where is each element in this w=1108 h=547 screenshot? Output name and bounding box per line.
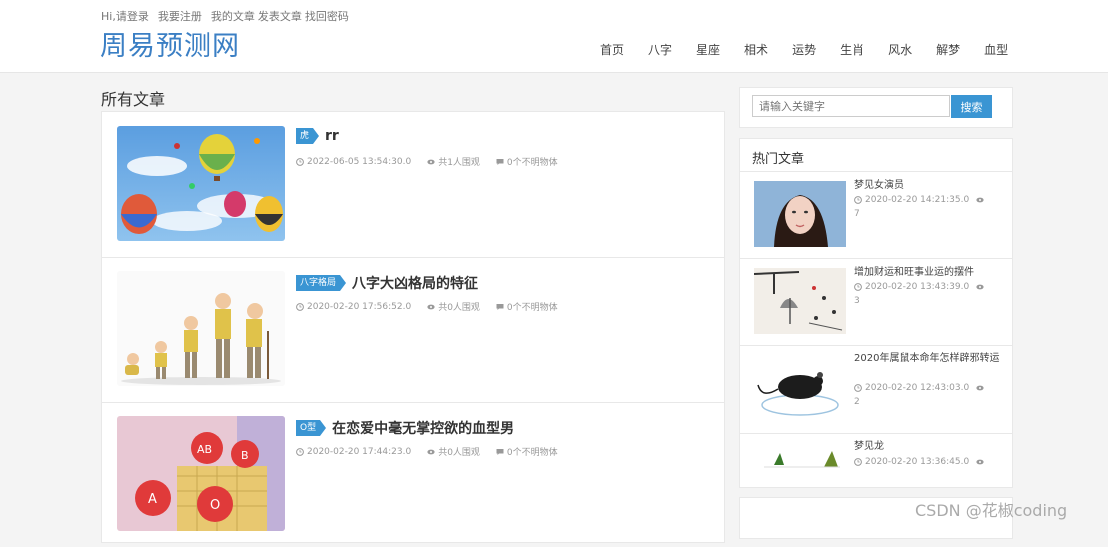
- eye-icon: [427, 159, 435, 164]
- site-logo[interactable]: 周易预测网: [100, 24, 240, 63]
- svg-text:B: B: [241, 449, 249, 462]
- svg-text:A: A: [148, 492, 157, 507]
- hot-article-item[interactable]: 增加财运和旺事业运的摆件 2020-02-20 13:43:39.0 3: [740, 258, 1012, 346]
- svg-text:O: O: [210, 498, 220, 513]
- clock-icon: [854, 196, 862, 204]
- hot-articles-panel: 热门文章 梦见女演员 2020-02-20 14:21:35.0 7 增加财运和…: [739, 138, 1013, 488]
- top-links: Hi,请登录 我要注册 我的文章 发表文章 找回密码: [101, 8, 349, 24]
- hot-article-title[interactable]: 梦见女演员: [854, 179, 1000, 193]
- search-panel: 搜索: [739, 87, 1013, 128]
- article-item[interactable]: 虎 rr 2022-06-05 13:54:30.0 共1人围观 0个不明物体: [102, 112, 724, 258]
- hot-article-views: 2: [854, 397, 860, 407]
- hot-article-title[interactable]: 增加财运和旺事业运的摆件: [854, 266, 1000, 280]
- eye-icon: [976, 284, 984, 290]
- main-nav: 首页 八字 星座 相术 运势 生肖 风水 解梦 血型: [588, 41, 1020, 58]
- hot-article-thumbnail[interactable]: [754, 181, 846, 247]
- hot-article-views: 7: [854, 209, 860, 219]
- hot-article-thumbnail[interactable]: [754, 355, 846, 421]
- nav-item-horoscope[interactable]: 星座: [684, 41, 732, 58]
- article-list: 虎 rr 2022-06-05 13:54:30.0 共1人围观 0个不明物体 …: [101, 111, 725, 543]
- article-title[interactable]: 在恋爱中毫无掌控欲的血型男: [332, 418, 514, 438]
- top-header: Hi,请登录 我要注册 我的文章 发表文章 找回密码 周易预测网 首页 八字 星…: [0, 0, 1108, 73]
- article-comments: 0个不明物体: [506, 448, 558, 458]
- article-title[interactable]: 八字大凶格局的特征: [352, 273, 478, 293]
- clock-icon: [296, 157, 304, 166]
- article-views: 共0人围观: [438, 448, 480, 458]
- nav-item-dreams[interactable]: 解梦: [924, 41, 972, 58]
- nav-item-fengshui[interactable]: 风水: [876, 41, 924, 58]
- clock-icon: [296, 447, 304, 456]
- hot-article-date: 2020-02-20 13:36:45.0: [865, 457, 970, 467]
- comment-icon: [496, 448, 504, 455]
- nav-item-physiognomy[interactable]: 相术: [732, 41, 780, 58]
- nav-item-zodiac[interactable]: 生肖: [828, 41, 876, 58]
- post-article-link[interactable]: 发表文章: [258, 8, 302, 24]
- category-tag[interactable]: 八字格局: [296, 275, 347, 291]
- article-thumbnail[interactable]: [117, 126, 285, 241]
- article-date: 2020-02-20 17:44:23.0: [307, 446, 412, 457]
- article-item[interactable]: AB B A O O型 在恋爱中毫无掌控欲的血型男 2020-02-20 17:…: [102, 402, 724, 547]
- search-button[interactable]: 搜索: [951, 95, 992, 118]
- hot-article-date: 2020-02-20 12:43:03.0: [865, 383, 970, 393]
- svg-text:AB: AB: [197, 443, 212, 456]
- hot-article-thumbnail[interactable]: [754, 268, 846, 334]
- eye-icon: [976, 385, 984, 391]
- eye-icon: [427, 449, 435, 454]
- category-tag[interactable]: O型: [296, 420, 327, 436]
- hot-article-views: 3: [854, 296, 860, 306]
- category-tag[interactable]: 虎: [296, 128, 320, 144]
- clock-icon: [854, 283, 862, 291]
- recover-password-link[interactable]: 找回密码: [305, 8, 349, 24]
- eye-icon: [976, 197, 984, 203]
- article-comments: 0个不明物体: [506, 158, 558, 168]
- hot-articles-title: 热门文章: [752, 152, 805, 167]
- section-title: 所有文章: [101, 90, 166, 109]
- hot-article-thumbnail[interactable]: [754, 439, 846, 473]
- article-item[interactable]: 八字格局 八字大凶格局的特征 2020-02-20 17:56:52.0 共0人…: [102, 257, 724, 403]
- nav-item-fortune[interactable]: 运势: [780, 41, 828, 58]
- article-date: 2020-02-20 17:56:52.0: [307, 301, 412, 312]
- article-comments: 0个不明物体: [506, 303, 558, 313]
- nav-item-bloodtype[interactable]: 血型: [972, 41, 1020, 58]
- watermark-text: CSDN @花椒coding: [915, 501, 1068, 520]
- comment-icon: [496, 158, 504, 165]
- clock-icon: [854, 384, 862, 392]
- hot-article-item[interactable]: 2020年属鼠本命年怎样辟邪转运 2020-02-20 12:43:03.0 2: [740, 345, 1012, 434]
- clock-icon: [296, 302, 304, 311]
- clock-icon: [854, 458, 862, 466]
- login-link[interactable]: Hi,请登录: [101, 8, 149, 24]
- article-thumbnail[interactable]: AB B A O: [117, 416, 285, 531]
- comment-icon: [496, 303, 504, 310]
- hot-article-date: 2020-02-20 14:21:35.0: [865, 195, 970, 205]
- my-articles-link[interactable]: 我的文章: [211, 8, 255, 24]
- article-thumbnail[interactable]: [117, 271, 285, 386]
- hot-article-item[interactable]: 梦见女演员 2020-02-20 14:21:35.0 7: [740, 171, 1012, 259]
- article-title[interactable]: rr: [325, 128, 339, 144]
- hot-article-title[interactable]: 2020年属鼠本命年怎样辟邪转运: [854, 352, 1000, 366]
- article-views: 共0人围观: [438, 303, 480, 313]
- hot-article-title[interactable]: 梦见龙: [854, 440, 1000, 454]
- hot-article-date: 2020-02-20 13:43:39.0: [865, 282, 970, 292]
- article-views: 共1人围观: [438, 158, 480, 168]
- eye-icon: [976, 459, 984, 465]
- nav-item-bazi[interactable]: 八字: [636, 41, 684, 58]
- register-link[interactable]: 我要注册: [158, 8, 202, 24]
- eye-icon: [427, 304, 435, 309]
- nav-item-home[interactable]: 首页: [588, 41, 636, 58]
- article-date: 2022-06-05 13:54:30.0: [307, 156, 412, 167]
- search-input[interactable]: [752, 95, 950, 117]
- hot-article-item[interactable]: 梦见龙 2020-02-20 13:36:45.0: [740, 433, 1012, 485]
